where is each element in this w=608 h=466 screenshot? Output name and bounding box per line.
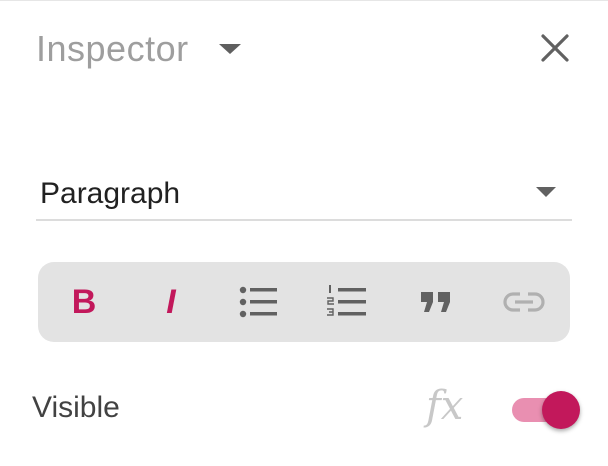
bulleted-list-icon: [239, 286, 277, 318]
italic-button[interactable]: I: [147, 278, 195, 326]
fx-icon[interactable]: fx: [426, 383, 463, 429]
toggle-thumb: [542, 391, 580, 429]
inspector-panel: Inspector Paragraph B I Visible fx: [0, 0, 608, 466]
numbered-list-button[interactable]: [323, 278, 371, 326]
italic-icon: I: [166, 282, 176, 321]
bold-button[interactable]: B: [60, 278, 108, 326]
quote-button[interactable]: [412, 278, 460, 326]
bold-icon: B: [71, 282, 97, 321]
link-button[interactable]: [500, 278, 548, 326]
visible-toggle[interactable]: [512, 389, 584, 429]
visible-setting-row: Visible fx: [32, 381, 592, 437]
block-type-value: Paragraph: [40, 177, 181, 210]
link-icon: [503, 292, 545, 312]
chevron-down-icon[interactable]: [218, 44, 241, 54]
inspector-title: Inspector: [36, 28, 189, 69]
bulleted-list-button[interactable]: [235, 278, 283, 326]
numbered-list-icon: [327, 285, 366, 316]
quote-icon: [421, 292, 450, 312]
formatting-toolbar: B I: [38, 262, 570, 342]
block-type-select[interactable]: Paragraph: [36, 169, 572, 221]
visible-label: Visible: [32, 391, 120, 424]
inspector-header: Inspector: [36, 25, 241, 73]
chevron-down-icon: [536, 187, 556, 197]
close-icon[interactable]: [538, 31, 572, 65]
